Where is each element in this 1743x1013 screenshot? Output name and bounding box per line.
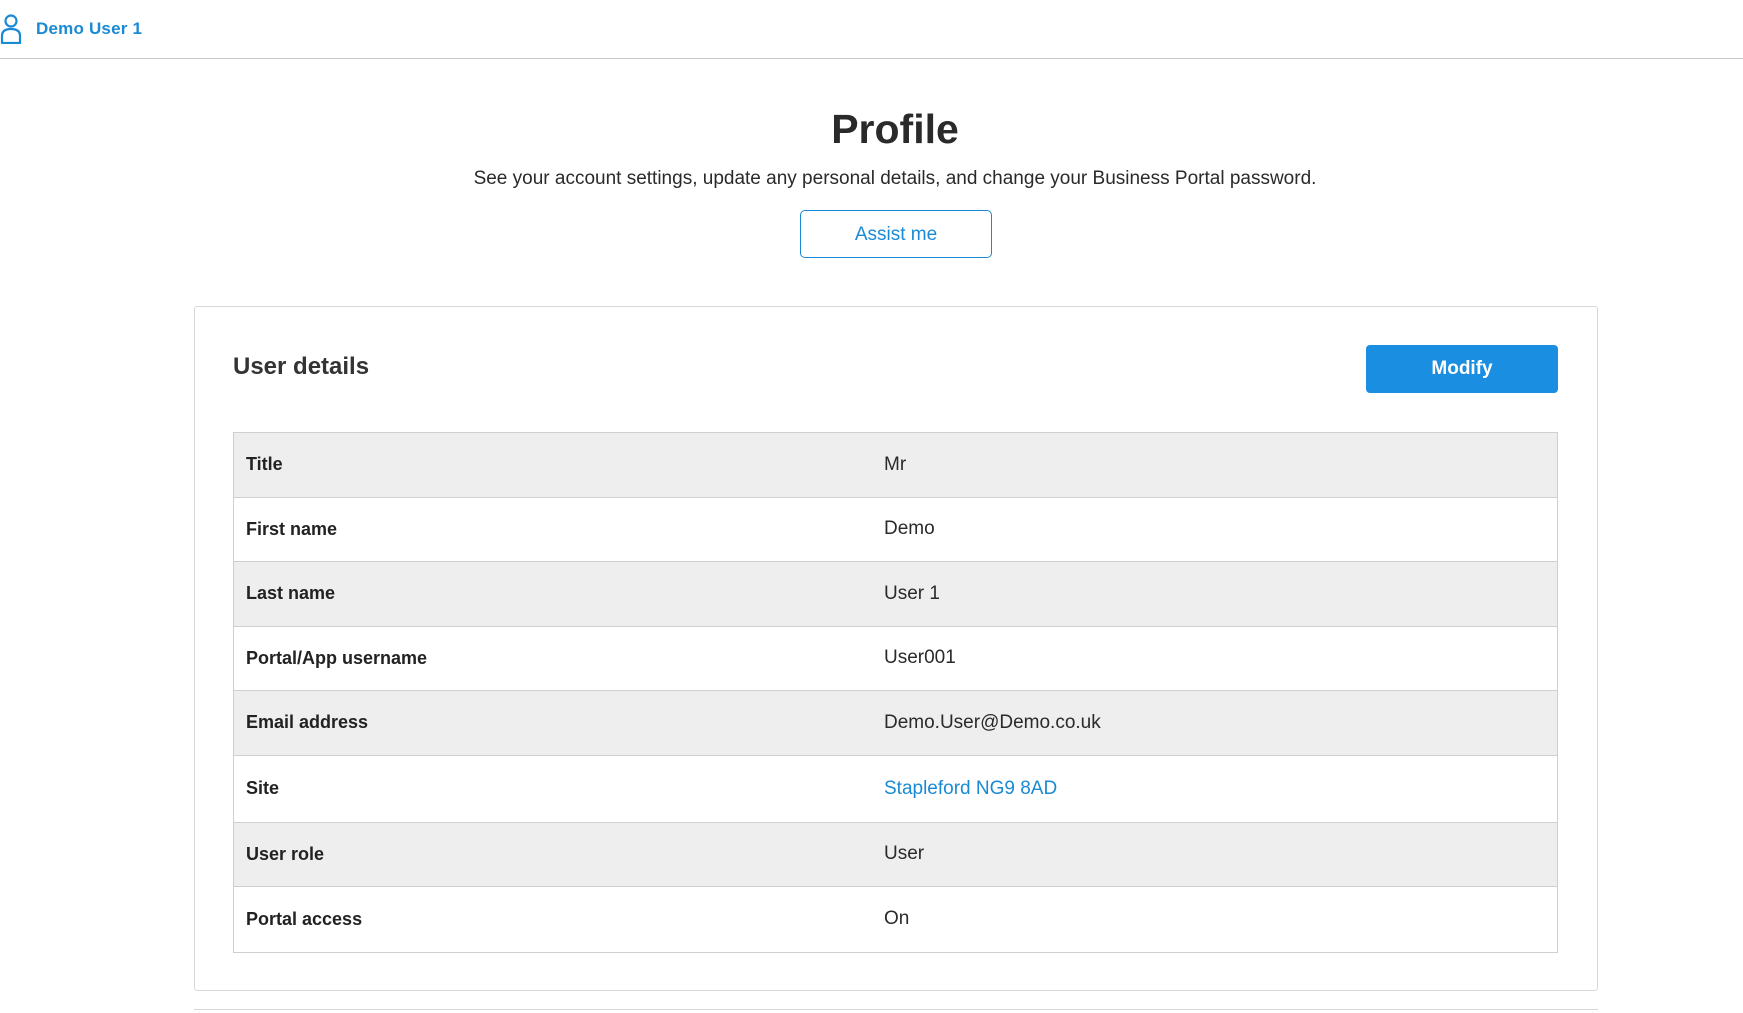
table-row-user-role: User role User bbox=[234, 822, 1557, 887]
table-row-title: Title Mr bbox=[234, 433, 1557, 498]
row-label: Site bbox=[246, 778, 280, 798]
row-value: User 1 bbox=[884, 582, 940, 604]
row-label: Email address bbox=[246, 712, 369, 733]
user-details-table: Title Mr First name Demo Last name User … bbox=[233, 432, 1558, 953]
card-title: User details bbox=[233, 353, 370, 380]
next-card-edge bbox=[194, 1009, 1598, 1013]
table-row-site: Site Stapleford NG9 8AD bbox=[234, 756, 1557, 823]
user-details-card: User details Modify Title Mr First name … bbox=[194, 306, 1598, 991]
table-row-username: Portal/App username User001 bbox=[234, 627, 1557, 691]
top-bar: Demo User 1 bbox=[0, 0, 1743, 59]
row-value: Mr bbox=[884, 453, 907, 475]
row-value: User bbox=[884, 843, 925, 865]
row-label: User role bbox=[246, 843, 325, 864]
table-row-last-name: Last name User 1 bbox=[234, 562, 1557, 627]
user-icon bbox=[0, 14, 22, 45]
assist-me-button[interactable]: Assist me bbox=[800, 210, 992, 258]
row-label: Last name bbox=[246, 583, 336, 604]
page-subtitle: See your account settings, update any pe… bbox=[473, 168, 1317, 189]
row-value: Demo bbox=[884, 518, 935, 540]
user-name[interactable]: Demo User 1 bbox=[36, 19, 142, 39]
table-row-email: Email address Demo.User@Demo.co.uk bbox=[234, 691, 1557, 756]
table-row-first-name: First name Demo bbox=[234, 498, 1557, 562]
row-value: User001 bbox=[884, 647, 956, 669]
site-link[interactable]: Stapleford NG9 8AD bbox=[884, 778, 1057, 800]
row-label: Portal access bbox=[246, 908, 363, 929]
modify-button[interactable]: Modify bbox=[1366, 345, 1558, 393]
user-menu-link[interactable]: Demo User 1 bbox=[0, 14, 142, 45]
row-value: On bbox=[884, 908, 910, 930]
table-row-portal-access: Portal access On bbox=[234, 887, 1557, 952]
row-label: Portal/App username bbox=[246, 647, 428, 668]
row-label: Title bbox=[246, 454, 283, 475]
row-label: First name bbox=[246, 518, 338, 539]
page-title: Profile bbox=[831, 106, 959, 152]
row-value: Demo.User@Demo.co.uk bbox=[884, 711, 1101, 733]
